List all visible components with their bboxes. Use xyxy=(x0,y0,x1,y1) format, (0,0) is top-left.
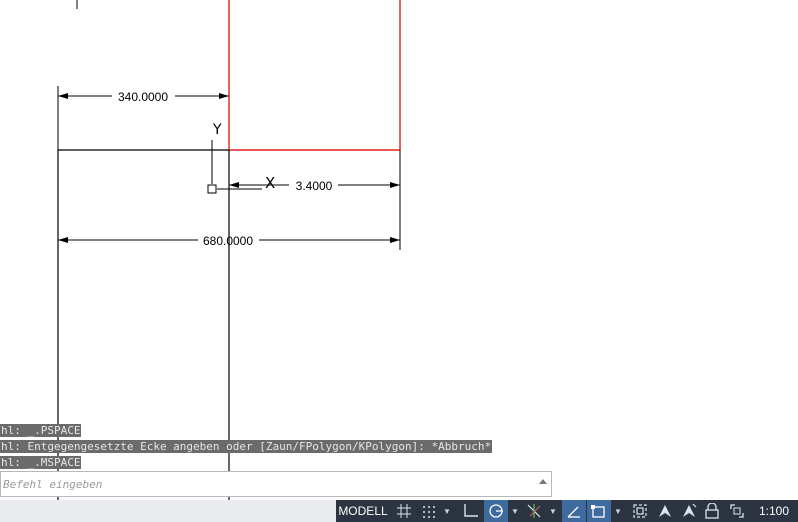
command-input[interactable] xyxy=(3,475,533,493)
ucs-y-label: Y xyxy=(212,122,222,138)
red-rectangle[interactable] xyxy=(228,0,401,151)
annotation-scale[interactable]: 1:100 xyxy=(750,500,798,522)
status-bar: MODELL ▼ ▼ ▼ ▼ 1:100 xyxy=(0,500,798,522)
model-space-button[interactable]: MODELL xyxy=(336,500,390,522)
selection-cycling-icon[interactable] xyxy=(628,500,652,522)
chevron-down-icon[interactable]: ▼ xyxy=(613,500,623,522)
dimension-680[interactable]: 680.0000 xyxy=(58,234,400,248)
ortho-icon[interactable] xyxy=(458,500,482,522)
dimension-text: 340.0000 xyxy=(118,90,168,104)
ucs-x-label: X xyxy=(265,174,275,192)
annotation-visibility-icon[interactable] xyxy=(653,500,677,522)
fullscreen-icon[interactable] xyxy=(726,500,748,522)
command-history-toggle-icon[interactable] xyxy=(539,479,547,484)
chevron-down-icon[interactable]: ▼ xyxy=(548,500,558,522)
auto-scale-icon[interactable] xyxy=(677,500,701,522)
command-history-line: hl: _.MSPACE xyxy=(0,456,82,469)
lock-ui-icon[interactable] xyxy=(701,500,723,522)
command-history-line: hl: _.PSPACE xyxy=(0,424,82,437)
dimension-3-4[interactable]: 3.4000 xyxy=(229,150,401,250)
chevron-down-icon[interactable]: ▼ xyxy=(442,500,452,522)
command-history-line: hl: Entgegengesetzte Ecke angeben oder [… xyxy=(0,440,493,453)
ucs-icon: Y X xyxy=(207,122,275,194)
object-snap-icon[interactable] xyxy=(587,500,611,522)
chevron-down-icon[interactable]: ▼ xyxy=(510,500,520,522)
snap-icon[interactable] xyxy=(418,500,440,522)
isodraft-icon[interactable] xyxy=(522,500,546,522)
dimension-text: 3.4000 xyxy=(296,179,333,193)
dimension-text: 680.0000 xyxy=(203,234,253,248)
polar-tracking-icon[interactable] xyxy=(484,500,508,522)
command-line xyxy=(0,471,552,497)
command-history: hl: _.PSPACE hl: Entgegengesetzte Ecke a… xyxy=(0,423,560,471)
object-snap-tracking-icon[interactable] xyxy=(562,500,586,522)
dimension-340[interactable]: 340.0000 xyxy=(57,86,229,150)
grid-icon[interactable] xyxy=(394,500,414,522)
